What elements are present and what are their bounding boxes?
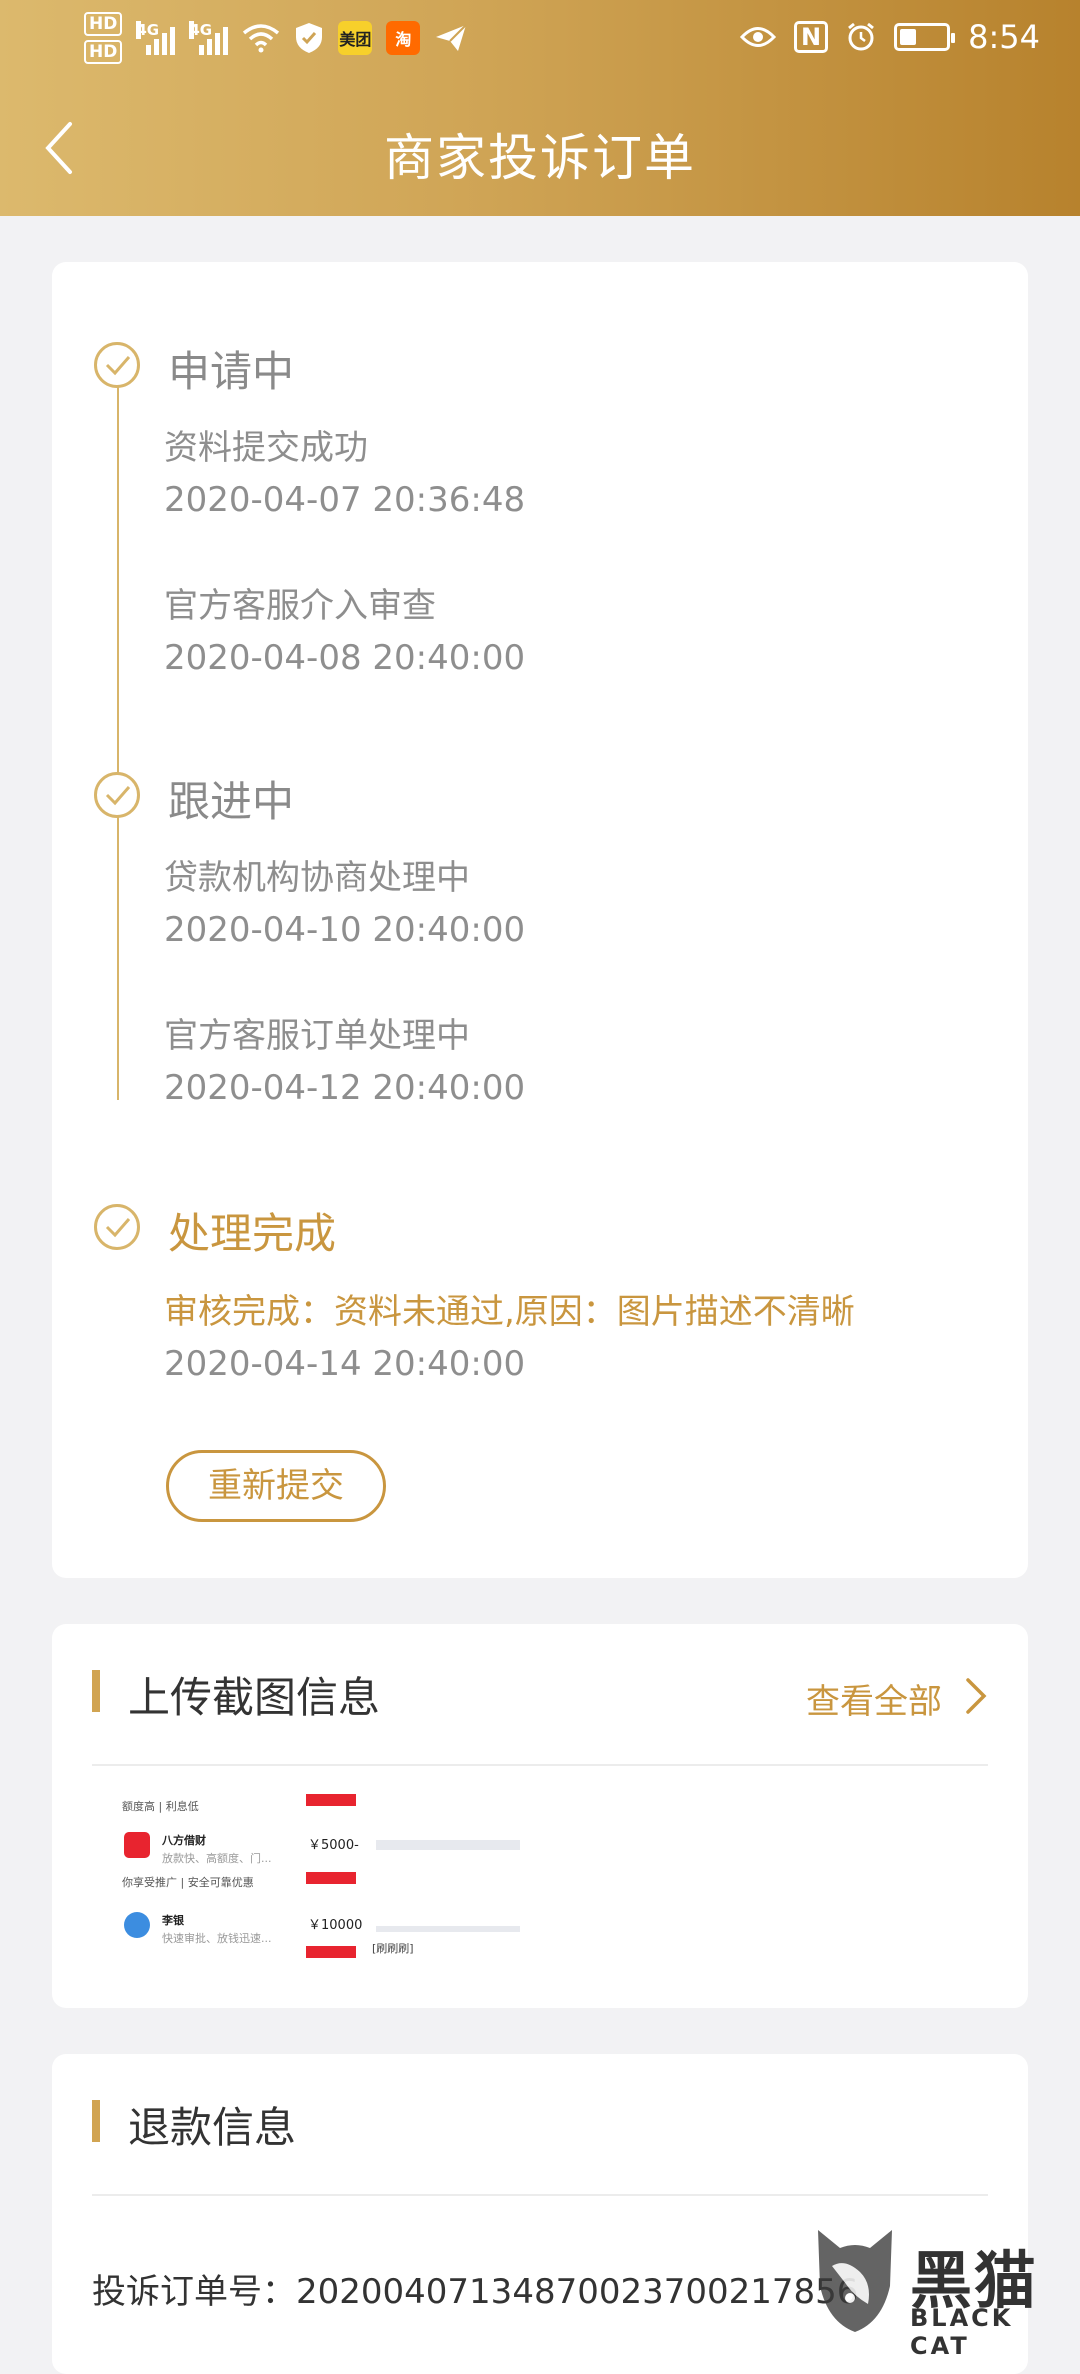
timeline-line — [117, 382, 119, 1100]
status-bar: HD HD 4G 4G 美团 淘 N 8:54 — [0, 0, 1080, 82]
step-entry-text: 资料提交成功 — [164, 428, 368, 468]
thumb-text: [刷刷刷] — [372, 1942, 414, 1955]
alarm-icon — [848, 22, 875, 51]
thumb-text: ￥10000 — [308, 1918, 363, 1933]
hd-indicator: HD HD — [84, 12, 123, 64]
order-number-label: 投诉订单号： — [92, 2272, 296, 2312]
uploaded-screenshots-card: 上传截图信息 查看全部 额度高 | 利息低 八方借财 放款快、高额度、门... … — [52, 1624, 1028, 2008]
thumb-red-tag — [306, 1946, 356, 1958]
battery-icon — [894, 23, 956, 51]
thumb-red-tag — [306, 1872, 356, 1884]
thumb-text: 放款快、高额度、门... — [162, 1852, 272, 1865]
complaint-progress-card: 申请中 资料提交成功 2020-04-07 20:36:48 官方客服介入审查 … — [52, 262, 1028, 1578]
thumb-text: 八方借财 — [162, 1834, 206, 1847]
section-title: 上传截图信息 — [128, 1673, 381, 1722]
blackcat-watermark: 黑猫 BLACK CAT — [810, 2226, 1080, 2360]
check-icon — [94, 772, 140, 818]
network-type: 4G — [189, 21, 213, 39]
screenshot-thumbnail[interactable]: 额度高 | 利息低 八方借财 放款快、高额度、门... ￥5000- 你享受推广… — [110, 1788, 530, 1968]
thumb-text: 你享受推广 | 安全可靠优惠 — [122, 1876, 254, 1889]
thumb-placeholder — [376, 1840, 520, 1850]
taobao-icon: 淘 — [386, 21, 421, 55]
resubmit-button[interactable]: 重新提交 — [166, 1450, 386, 1522]
section-accent-bar — [92, 2100, 100, 2142]
signal-icon: 4G — [136, 21, 176, 55]
hd-badge: HD — [84, 12, 123, 36]
thumb-text: ￥5000- — [308, 1838, 359, 1853]
eye-icon — [740, 27, 777, 47]
shield-icon — [296, 23, 323, 53]
order-number-value: 202004071348700237002178​56 — [296, 2272, 859, 2312]
thumb-red-tag — [306, 1794, 356, 1806]
step-title: 处理完成 — [168, 1209, 337, 1258]
order-number-row: 投诉订单号：202004071348700237002178​56 — [92, 2264, 858, 2313]
step-entry-text: 官方客服订单处理中 — [164, 1016, 470, 1056]
nfc-icon: N — [794, 21, 829, 53]
page-title: 商家投诉订单 — [384, 129, 696, 187]
meituan-icon: 美团 — [338, 21, 373, 55]
review-result-text: 审核完成：资料未通过,原因：图片描述不清晰 — [164, 1292, 855, 1332]
thumb-text: 额度高 | 利息低 — [122, 1800, 199, 1813]
step-entry-text: 贷款机构协商处理中 — [164, 858, 470, 898]
hd-badge: HD — [84, 40, 123, 64]
step-title: 跟进中 — [168, 777, 295, 826]
step-title: 申请中 — [168, 347, 295, 396]
step-entry-time: 2020-04-07 20:36:48 — [164, 480, 526, 520]
divider — [92, 1764, 988, 1766]
step-entry-time: 2020-04-08 20:40:00 — [164, 638, 526, 678]
step-entry-time: 2020-04-10 20:40:00 — [164, 910, 526, 950]
step-entry-text: 官方客服介入审查 — [164, 586, 436, 626]
check-icon — [94, 1204, 140, 1250]
network-type: 4G — [136, 21, 160, 39]
wifi-icon — [243, 24, 280, 53]
section-accent-bar — [92, 1670, 100, 1712]
thumb-text: 快速审批、放钱迅速... — [162, 1932, 272, 1945]
step-entry-time: 2020-04-12 20:40:00 — [164, 1068, 526, 1108]
chevron-right-icon[interactable] — [964, 1676, 988, 1716]
divider — [92, 2194, 988, 2196]
send-icon — [436, 24, 468, 51]
loan-app-icon — [124, 1832, 150, 1858]
watermark-en: BLACK CAT — [910, 2304, 1014, 2360]
cat-logo-icon — [818, 2230, 892, 2332]
loan-app-icon — [124, 1912, 150, 1938]
thumb-text: 李银 — [162, 1914, 184, 1927]
step-entry-time: 2020-04-14 20:40:00 — [164, 1344, 526, 1384]
app-header: HD HD 4G 4G 美团 淘 N 8:54 商家投诉订单 — [0, 0, 1080, 216]
clock: 8:54 — [968, 18, 1040, 56]
signal-icon: 4G — [189, 21, 229, 55]
thumb-placeholder — [376, 1926, 520, 1932]
view-all-link[interactable]: 查看全部 — [806, 1674, 942, 1723]
check-icon — [94, 342, 140, 388]
section-title: 退款信息 — [128, 2103, 297, 2152]
